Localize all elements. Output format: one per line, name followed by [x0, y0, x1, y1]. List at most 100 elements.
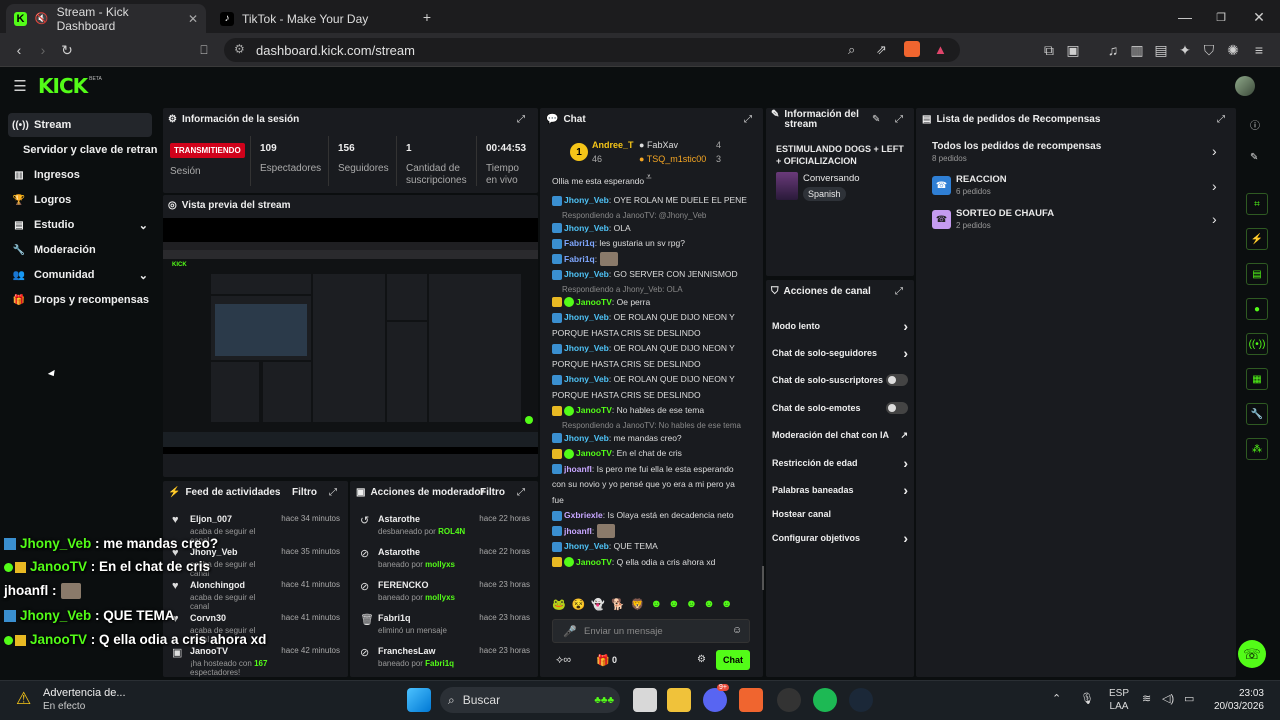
feed-user[interactable]: Corvn30: [190, 613, 273, 623]
chat-scrollbar[interactable]: [762, 566, 764, 590]
emoji-icon[interactable]: ☺: [732, 625, 742, 636]
chat-username[interactable]: Gxbriexle: [564, 510, 603, 520]
brave-shield-icon[interactable]: [904, 41, 920, 57]
steam-icon[interactable]: [849, 688, 873, 712]
chat-rail-icon[interactable]: ●: [1246, 298, 1268, 320]
close-window-icon[interactable]: ✕: [1250, 8, 1268, 26]
collapse-leaderboard-icon[interactable]: ⩡: [646, 172, 652, 183]
chat-settings-icon[interactable]: ⚙: [697, 654, 706, 665]
emote-icon[interactable]: ☻: [721, 598, 733, 611]
chat-username[interactable]: jhoanfl: [564, 526, 592, 536]
channel-action-row[interactable]: Moderación del chat con IA ↗: [772, 428, 908, 442]
discord-icon[interactable]: 9+: [703, 684, 729, 712]
taskbar-search[interactable]: ⌕ Buscar ♣♣♣: [440, 687, 620, 713]
broadcast-rail-icon[interactable]: ((•)): [1246, 333, 1268, 355]
lightning-rail-icon[interactable]: ⚡: [1246, 228, 1268, 250]
emote-icon[interactable]: 🦁: [631, 598, 645, 611]
emote-icon[interactable]: 🐕: [611, 598, 625, 611]
mod-filter-button[interactable]: Filtro: [480, 487, 505, 498]
chat-username[interactable]: Fabri1q: [564, 238, 595, 248]
emote-icon[interactable]: ☻: [651, 598, 663, 611]
share-icon[interactable]: ⇗: [876, 42, 887, 58]
emote-icon[interactable]: ☻: [703, 598, 715, 611]
minimize-icon[interactable]: —: [1176, 8, 1194, 26]
channel-action-row[interactable]: Configurar objetivos ›: [772, 530, 908, 546]
url-field[interactable]: ⚙ dashboard.kick.com/stream ⌕ ⇗ ▲: [224, 38, 960, 62]
feed-user[interactable]: JanooTV: [190, 646, 273, 656]
mod-user[interactable]: FERENCKO: [378, 580, 471, 590]
emote-icon[interactable]: 😵: [572, 598, 586, 611]
leader-3[interactable]: ● TSQ_m1stic00: [639, 154, 706, 164]
mod-user[interactable]: Fabri1q: [378, 613, 471, 623]
feed-user[interactable]: Eljon_007: [190, 514, 273, 524]
reload-icon[interactable]: ↻: [58, 41, 76, 59]
expand-icon[interactable]: ⤢: [744, 114, 752, 125]
channel-action-row[interactable]: Chat de solo-emotes: [772, 401, 908, 415]
channel-action-row[interactable]: Palabras baneadas ›: [772, 482, 908, 498]
chat-username[interactable]: jhoanfl: [564, 464, 592, 474]
chat-username[interactable]: JanooTV: [576, 297, 612, 307]
mod-user[interactable]: Astarothe: [378, 547, 471, 557]
channel-action-row[interactable]: Hostear canal: [772, 507, 908, 521]
toggle-switch[interactable]: [886, 374, 908, 386]
chat-username[interactable]: Jhony_Veb: [564, 433, 609, 443]
emote-icon[interactable]: ☻: [668, 598, 680, 611]
layout-rail-icon[interactable]: ▦: [1246, 368, 1268, 390]
chat-username[interactable]: JanooTV: [576, 405, 612, 415]
sidebar-item-drops[interactable]: 🎁 Drops y recompensas: [8, 288, 152, 312]
chevron-right-icon[interactable]: ›: [1212, 143, 1217, 159]
chat-username[interactable]: JanooTV: [576, 448, 612, 458]
mod-user[interactable]: FranchesLaw: [378, 646, 471, 656]
emote-icon[interactable]: ☻: [686, 598, 698, 611]
info-rail-icon[interactable]: ⓘ: [1250, 117, 1260, 132]
sidebar-item-logros[interactable]: 🏆 Logros: [8, 188, 152, 212]
reward-name[interactable]: SORTEO DE CHAUFA: [956, 208, 1054, 219]
new-tab-icon[interactable]: +: [418, 8, 436, 26]
sidebar-toggle-icon[interactable]: ▥: [1128, 41, 1146, 59]
bookmark-icon[interactable]: ⎕: [195, 41, 213, 59]
chat-username[interactable]: Jhony_Veb: [564, 541, 609, 551]
emote-icon[interactable]: 🐸: [552, 598, 566, 611]
chat-username[interactable]: Fabri1q: [564, 254, 595, 264]
capture-rail-icon[interactable]: ⌗: [1246, 193, 1268, 215]
obs-icon[interactable]: [777, 688, 801, 712]
kick-logo[interactable]: KICK BETA: [38, 74, 102, 98]
vpn-icon[interactable]: ⛉: [1200, 41, 1218, 59]
site-info-icon[interactable]: ⚙: [234, 42, 245, 56]
all-rewards-label[interactable]: Todos los pedidos de recompensas: [932, 141, 1101, 152]
channel-action-row[interactable]: Restricción de edad ›: [772, 455, 908, 471]
hamburger-menu-icon[interactable]: ☰: [12, 78, 28, 95]
expand-icon[interactable]: ⤢: [517, 487, 525, 498]
brave-rewards-icon[interactable]: ▲: [934, 42, 947, 57]
chat-input[interactable]: 🎤 Enviar un mensaje ☺: [552, 619, 750, 643]
leo-ai-icon[interactable]: ✦: [1176, 41, 1194, 59]
avatar[interactable]: [1235, 76, 1255, 96]
sidebar-item-server-key[interactable]: Servidor y clave de retransm: [8, 138, 158, 162]
leader-1-name[interactable]: Andree_T: [592, 140, 634, 150]
document-rail-icon[interactable]: ▤: [1246, 263, 1268, 285]
extensions-icon[interactable]: ⧉: [1040, 41, 1058, 59]
sidebar-item-ingresos[interactable]: ▥ Ingresos: [8, 163, 152, 187]
reward-name[interactable]: REACCION: [956, 174, 1007, 185]
wrench-rail-icon[interactable]: 🔧: [1246, 403, 1268, 425]
battery-icon[interactable]: ▭: [1184, 692, 1194, 705]
sidebar-item-estudio[interactable]: ▤ Estudio ⌄: [8, 213, 152, 237]
channel-action-row[interactable]: Modo lento ›: [772, 318, 908, 334]
emote-icon[interactable]: 👻: [591, 598, 605, 611]
chatgpt-icon[interactable]: ✺: [1224, 41, 1242, 59]
media-icon[interactable]: ♫: [1104, 41, 1122, 59]
wallet-icon[interactable]: ▤: [1152, 41, 1170, 59]
tab-kick-dashboard[interactable]: K 🔇 Stream - Kick Dashboard ✕: [6, 4, 206, 33]
sidebar-item-comunidad[interactable]: 👥 Comunidad ⌄: [8, 263, 152, 287]
chat-username[interactable]: Jhony_Veb: [564, 269, 609, 279]
chevron-right-icon[interactable]: ›: [1212, 178, 1217, 194]
task-view-icon[interactable]: [633, 688, 657, 712]
edit-icon[interactable]: ✎: [872, 114, 880, 125]
spotify-icon[interactable]: [813, 688, 837, 712]
chat-username[interactable]: Jhony_Veb: [564, 343, 609, 353]
feed-filter-button[interactable]: Filtro: [292, 487, 317, 498]
back-icon[interactable]: ‹: [10, 41, 28, 59]
expand-icon[interactable]: ⤢: [517, 114, 525, 125]
stream-preview-video[interactable]: KICK: [163, 218, 538, 454]
brave-taskbar-icon[interactable]: [739, 688, 763, 712]
